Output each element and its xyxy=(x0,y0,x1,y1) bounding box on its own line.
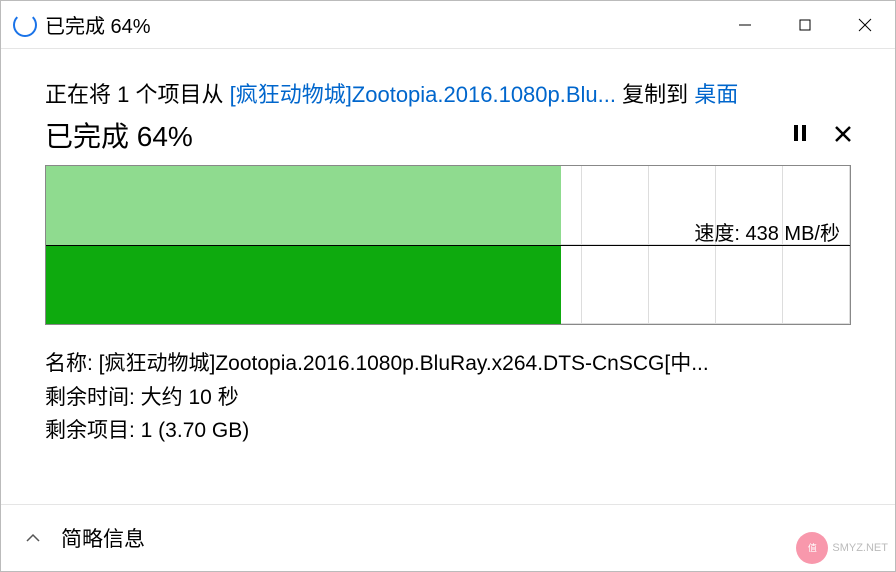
titlebar: 已完成 64% xyxy=(1,1,895,49)
watermark-text: SMYZ.NET xyxy=(832,542,888,554)
detail-items-value: 1 (3.70 GB) xyxy=(141,419,250,442)
pause-icon xyxy=(793,124,807,142)
watermark: 值 SMYZ.NET xyxy=(796,532,888,564)
dest-link[interactable]: 桌面 xyxy=(694,82,738,107)
close-icon xyxy=(835,126,851,142)
source-link[interactable]: [疯狂动物城]Zootopia.2016.1080p.Blu... xyxy=(230,82,616,107)
cancel-button[interactable] xyxy=(835,122,851,148)
detail-time: 剩余时间: 大约 10 秒 xyxy=(45,381,851,415)
detail-time-label: 剩余时间: xyxy=(45,386,141,409)
detail-items-label: 剩余项目: xyxy=(45,419,141,442)
speed-label: 速度: 438 MB/秒 xyxy=(694,217,840,246)
copy-description: 正在将 1 个项目从 [疯狂动物城]Zootopia.2016.1080p.Bl… xyxy=(45,77,851,109)
window-controls xyxy=(715,1,895,48)
close-button[interactable] xyxy=(835,1,895,48)
footer: 简略信息 xyxy=(1,504,895,571)
dialog-content: 正在将 1 个项目从 [疯狂动物城]Zootopia.2016.1080p.Bl… xyxy=(1,49,895,504)
chart-area-lower xyxy=(46,245,561,324)
detail-name-value: [疯狂动物城]Zootopia.2016.1080p.BluRay.x264.D… xyxy=(99,352,709,375)
watermark-logo: 值 xyxy=(796,532,828,564)
status-row: 已完成 64% xyxy=(45,115,851,155)
status-controls xyxy=(793,122,851,148)
detail-time-value: 大约 10 秒 xyxy=(141,386,239,409)
copy-middle: 复制到 xyxy=(616,82,694,107)
pause-button[interactable] xyxy=(793,122,807,148)
details-toggle[interactable]: 简略信息 xyxy=(61,523,145,553)
speed-chart: 速度: 438 MB/秒 xyxy=(45,165,851,325)
detail-name-label: 名称: xyxy=(45,352,99,375)
copy-prefix: 正在将 1 个项目从 xyxy=(45,82,230,107)
chart-area-upper xyxy=(46,166,561,245)
detail-name: 名称: [疯狂动物城]Zootopia.2016.1080p.BluRay.x2… xyxy=(45,347,851,381)
file-copy-dialog: 已完成 64% 正在将 1 个项目从 [疯狂动物城]Zootopia.2016.… xyxy=(0,0,896,572)
status-text: 已完成 64% xyxy=(45,115,193,155)
minimize-button[interactable] xyxy=(715,1,775,48)
window-title: 已完成 64% xyxy=(45,10,715,39)
detail-items: 剩余项目: 1 (3.70 GB) xyxy=(45,414,851,448)
chevron-up-icon[interactable] xyxy=(25,530,41,546)
maximize-button[interactable] xyxy=(775,1,835,48)
progress-spinner-icon xyxy=(13,13,37,37)
details: 名称: [疯狂动物城]Zootopia.2016.1080p.BluRay.x2… xyxy=(45,347,851,448)
